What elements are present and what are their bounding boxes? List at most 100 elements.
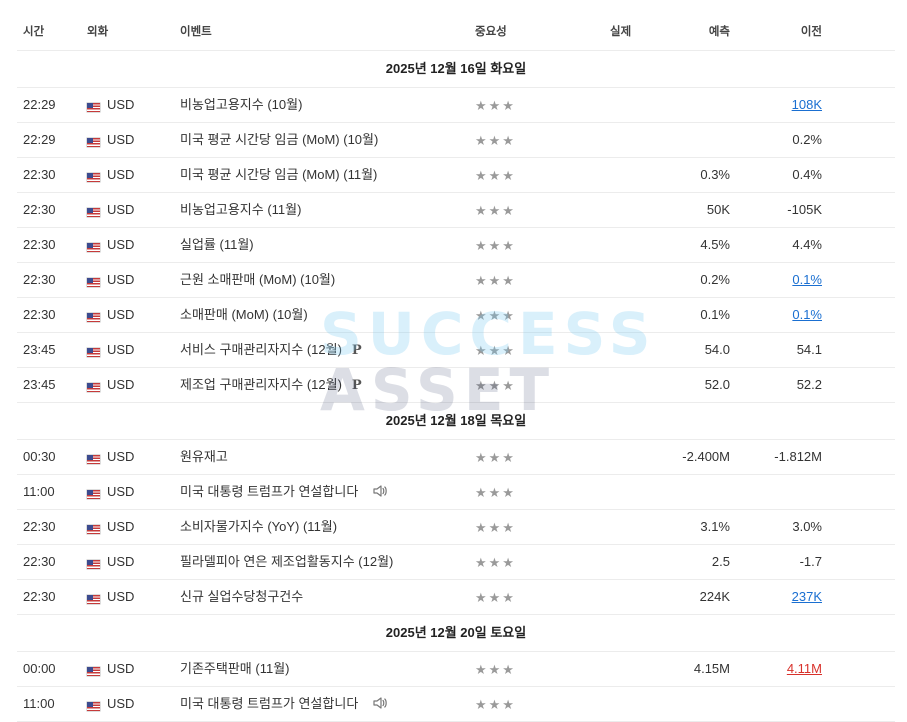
previous-value: 0.4% xyxy=(792,167,822,182)
event-name[interactable]: 원유재고 xyxy=(180,449,228,464)
header-time[interactable]: 시간 xyxy=(23,23,44,39)
economic-calendar: 시간 외화 이벤트 중요성 실제 예측 이전 2025년 12월 16일 화요일… xyxy=(17,0,895,722)
importance-stars: ★★★ xyxy=(475,697,516,712)
event-time: 23:45 xyxy=(23,377,56,392)
event-cell[interactable]: 미국 대통령 트럼프가 연설합니다 xyxy=(180,484,388,502)
us-flag-icon xyxy=(87,170,100,186)
event-cell[interactable]: 원유재고 xyxy=(180,449,228,465)
table-row[interactable]: 22:30 USD 미국 평균 시간당 임금 (MoM) (11월) ★★★ 0.3% 0… xyxy=(17,158,895,193)
table-row[interactable]: 22:30 USD 신규 실업수당청구건수 ★★★ 224K 237K xyxy=(17,580,895,615)
header-previous[interactable]: 이전 xyxy=(801,23,822,39)
event-name[interactable]: 서비스 구매관리자지수 (12월) xyxy=(180,342,342,357)
us-flag-icon xyxy=(87,487,100,503)
event-cell[interactable]: 근원 소매판매 (MoM) (10월) xyxy=(180,272,335,288)
event-cell[interactable]: 소매판매 (MoM) (10월) xyxy=(180,307,308,323)
header-forecast[interactable]: 예측 xyxy=(709,23,730,39)
table-row[interactable]: 22:30 USD 소비자물가지수 (YoY) (11월) ★★★ 3.1% 3.0% xyxy=(17,510,895,545)
event-time: 11:00 xyxy=(23,696,55,711)
table-row[interactable]: 00:30 USD 원유재고 ★★★ -2.400M -1.812M xyxy=(17,440,895,475)
event-time: 23:45 xyxy=(23,342,56,357)
header-event[interactable]: 이벤트 xyxy=(180,23,212,39)
forecast-value: -2.400M xyxy=(682,449,730,464)
previous-value[interactable]: 4.11M xyxy=(787,661,822,677)
previous-value: 52.2 xyxy=(796,377,822,392)
previous-value: 3.0% xyxy=(792,519,822,534)
header-actual[interactable]: 실제 xyxy=(610,23,631,39)
table-row[interactable]: 00:00 USD 기존주택판매 (11월) ★★★ 4.15M 4.11M xyxy=(17,652,895,687)
currency-code: USD xyxy=(107,589,135,604)
header-currency[interactable]: 외화 xyxy=(87,23,108,39)
event-cell[interactable]: 신규 실업수당청구건수 xyxy=(180,589,303,605)
us-flag-icon xyxy=(87,345,100,361)
forecast-value: 4.5% xyxy=(700,237,730,252)
table-row[interactable]: 22:30 USD 필라델피아 연은 제조업활동지수 (12월) ★★★ 2.5 -1.7 xyxy=(17,545,895,580)
header-importance[interactable]: 중요성 xyxy=(475,23,507,39)
event-cell[interactable]: 비농업고용지수 (10월) xyxy=(180,97,302,113)
us-flag-icon xyxy=(87,557,100,573)
event-cell[interactable]: 미국 대통령 트럼프가 연설합니다 xyxy=(180,696,388,714)
date-header: 2025년 12월 16일 화요일 xyxy=(17,51,895,88)
previous-value[interactable]: 108K xyxy=(792,97,822,113)
importance-stars: ★★★ xyxy=(475,590,516,605)
event-cell[interactable]: 기존주택판매 (11월) xyxy=(180,661,290,677)
currency-code: USD xyxy=(107,554,135,569)
event-cell[interactable]: 미국 평균 시간당 임금 (MoM) (11월) xyxy=(180,167,377,183)
us-flag-icon xyxy=(87,205,100,221)
table-row[interactable]: 23:45 USD 서비스 구매관리자지수 (12월) P ★★★ 54.0 54.1 xyxy=(17,333,895,368)
event-name[interactable]: 소매판매 (MoM) (10월) xyxy=(180,307,308,322)
speaker-icon xyxy=(372,696,388,714)
importance-stars: ★★★ xyxy=(475,378,516,393)
event-time: 22:30 xyxy=(23,202,56,217)
us-flag-icon xyxy=(87,380,100,396)
event-name[interactable]: 제조업 구매관리자지수 (12월) xyxy=(180,377,342,392)
event-cell[interactable]: 제조업 구매관리자지수 (12월) P xyxy=(180,377,362,394)
preliminary-badge: P xyxy=(351,378,362,393)
previous-value[interactable]: 0.1% xyxy=(792,272,822,288)
previous-value[interactable]: 0.1% xyxy=(792,307,822,323)
event-time: 22:30 xyxy=(23,307,56,322)
importance-stars: ★★★ xyxy=(475,555,516,570)
importance-stars: ★★★ xyxy=(475,203,516,218)
currency-code: USD xyxy=(107,167,135,182)
event-cell[interactable]: 미국 평균 시간당 임금 (MoM) (10월) xyxy=(180,132,378,148)
currency-code: USD xyxy=(107,202,135,217)
event-time: 22:30 xyxy=(23,167,56,182)
table-row[interactable]: 22:30 USD 비농업고용지수 (11월) ★★★ 50K -105K xyxy=(17,193,895,228)
event-name[interactable]: 기존주택판매 (11월) xyxy=(180,661,290,676)
event-name[interactable]: 미국 대통령 트럼프가 연설합니다 xyxy=(180,696,358,711)
forecast-value: 0.1% xyxy=(700,307,730,322)
event-name[interactable]: 실업률 (11월) xyxy=(180,237,254,252)
currency-code: USD xyxy=(107,132,135,147)
event-cell[interactable]: 비농업고용지수 (11월) xyxy=(180,202,301,218)
event-cell[interactable]: 필라델피아 연은 제조업활동지수 (12월) xyxy=(180,554,393,570)
event-name[interactable]: 비농업고용지수 (10월) xyxy=(180,97,302,112)
us-flag-icon xyxy=(87,135,100,151)
importance-stars: ★★★ xyxy=(475,133,516,148)
event-time: 22:30 xyxy=(23,589,56,604)
event-name[interactable]: 미국 평균 시간당 임금 (MoM) (11월) xyxy=(180,167,377,182)
event-cell[interactable]: 실업률 (11월) xyxy=(180,237,254,253)
event-cell[interactable]: 서비스 구매관리자지수 (12월) P xyxy=(180,342,362,359)
event-name[interactable]: 소비자물가지수 (YoY) (11월) xyxy=(180,519,337,534)
table-row[interactable]: 23:45 USD 제조업 구매관리자지수 (12월) P ★★★ 52.0 52.2 xyxy=(17,368,895,403)
event-name[interactable]: 근원 소매판매 (MoM) (10월) xyxy=(180,272,335,287)
event-time: 22:30 xyxy=(23,237,56,252)
table-row[interactable]: 22:29 USD 비농업고용지수 (10월) ★★★ 108K xyxy=(17,88,895,123)
table-row[interactable]: 22:30 USD 근원 소매판매 (MoM) (10월) ★★★ 0.2% 0.1% xyxy=(17,263,895,298)
previous-value: 4.4% xyxy=(792,237,822,252)
event-name[interactable]: 필라델피아 연은 제조업활동지수 (12월) xyxy=(180,554,393,569)
event-name[interactable]: 신규 실업수당청구건수 xyxy=(180,589,303,604)
event-name[interactable]: 미국 대통령 트럼프가 연설합니다 xyxy=(180,484,358,499)
table-row[interactable]: 22:30 USD 실업률 (11월) ★★★ 4.5% 4.4% xyxy=(17,228,895,263)
table-row[interactable]: 11:00 USD 미국 대통령 트럼프가 연설합니다 ★★★ xyxy=(17,687,895,722)
table-row[interactable]: 22:30 USD 소매판매 (MoM) (10월) ★★★ 0.1% 0.1% xyxy=(17,298,895,333)
table-row[interactable]: 22:29 USD 미국 평균 시간당 임금 (MoM) (10월) ★★★ 0.2% xyxy=(17,123,895,158)
event-name[interactable]: 미국 평균 시간당 임금 (MoM) (10월) xyxy=(180,132,378,147)
event-name[interactable]: 비농업고용지수 (11월) xyxy=(180,202,301,217)
us-flag-icon xyxy=(87,275,100,291)
currency-code: USD xyxy=(107,661,135,676)
previous-value: -105K xyxy=(787,202,822,217)
table-row[interactable]: 11:00 USD 미국 대통령 트럼프가 연설합니다 ★★★ xyxy=(17,475,895,510)
previous-value[interactable]: 237K xyxy=(792,589,822,605)
event-cell[interactable]: 소비자물가지수 (YoY) (11월) xyxy=(180,519,337,535)
